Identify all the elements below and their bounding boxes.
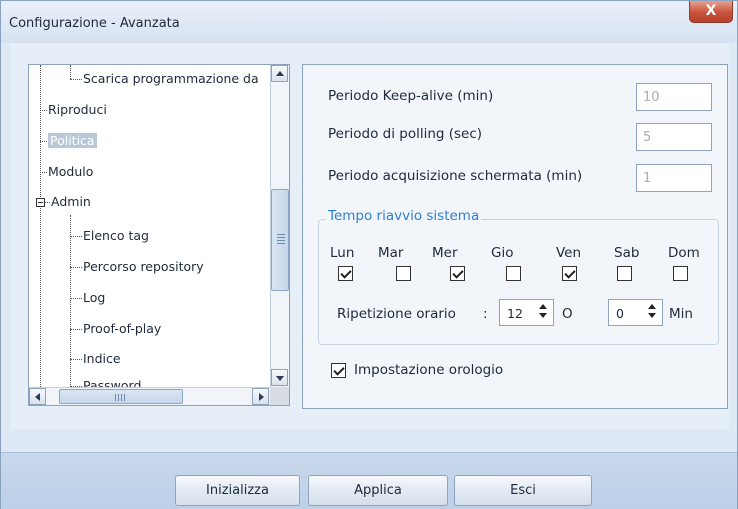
checkbox-lun[interactable]	[338, 266, 353, 281]
arrow-up-icon	[276, 71, 284, 76]
arrow-right-icon	[259, 393, 264, 401]
grip-icon	[115, 394, 127, 401]
day-label-ven: Ven	[556, 245, 582, 261]
tree-item-scarica-programmazione[interactable]: Scarica programmazione da	[70, 71, 259, 86]
tree-item-proof-of-play[interactable]: Proof-of-play	[70, 321, 161, 336]
initialize-button[interactable]: Inizializza	[175, 475, 300, 506]
hour-unit-label: O	[562, 306, 573, 322]
close-button[interactable]: X	[689, 1, 733, 23]
scroll-down-button[interactable]	[271, 369, 288, 386]
tree-item-modulo[interactable]: Modulo	[40, 164, 93, 179]
polling-label: Periodo di polling (sec)	[328, 126, 483, 142]
clock-setting-label: Impostazione orologio	[354, 362, 504, 378]
minute-unit-label: Min	[669, 306, 693, 322]
apply-button[interactable]: Applica	[308, 475, 448, 506]
spin-up-icon[interactable]	[539, 304, 547, 309]
tree-item-password[interactable]: Password	[70, 378, 141, 387]
spin-up-icon[interactable]	[648, 304, 656, 309]
settings-tree: Scarica programmazione da Riproduci Poli…	[28, 64, 290, 406]
day-label-dom: Dom	[668, 245, 700, 261]
minute-stepper[interactable]: 0	[608, 299, 663, 326]
tree-item-percorso-repository[interactable]: Percorso repository	[70, 259, 204, 274]
checkbox-gio[interactable]	[506, 266, 521, 281]
tree-horizontal-scrollbar[interactable]	[29, 387, 270, 405]
scroll-left-button[interactable]	[29, 388, 46, 405]
tree-item-log[interactable]: Log	[70, 290, 105, 305]
keepalive-label: Periodo Keep-alive (min)	[328, 88, 494, 104]
tree-item-admin[interactable]: Admin	[45, 194, 91, 209]
screenshot-period-label: Periodo acquisizione schermata (min)	[328, 168, 583, 184]
dialog-window: Configurazione - Avanzata X Scarica prog…	[0, 0, 738, 509]
restart-group-title: Tempo riavvio sistema	[326, 208, 482, 224]
hour-value: 12	[507, 306, 523, 321]
tree-item-politica[interactable]: Politica	[40, 133, 97, 148]
exit-button[interactable]: Esci	[454, 475, 592, 506]
grip-icon	[277, 234, 285, 246]
repeat-time-label: Ripetizione orario	[337, 306, 456, 322]
day-label-gio: Gio	[491, 245, 514, 261]
clock-setting-checkbox[interactable]	[331, 363, 346, 378]
day-label-mar: Mar	[378, 245, 404, 261]
minute-value: 0	[616, 306, 624, 321]
title-bar: Configurazione - Avanzata X	[1, 1, 737, 43]
day-label-lun: Lun	[330, 245, 355, 261]
collapse-icon[interactable]	[36, 198, 45, 207]
checkbox-sab[interactable]	[617, 266, 632, 281]
hour-stepper[interactable]: 12	[499, 299, 554, 326]
checkbox-mer[interactable]	[450, 266, 465, 281]
arrow-down-icon	[276, 376, 284, 381]
screenshot-period-field[interactable]: 1	[636, 164, 712, 192]
tree-vertical-scrollbar[interactable]	[270, 65, 289, 387]
spin-down-icon[interactable]	[648, 313, 656, 318]
window-title: Configurazione - Avanzata	[9, 16, 180, 31]
tree-item-indice[interactable]: Indice	[70, 351, 121, 366]
tree-item-elenco-tag[interactable]: Elenco tag	[70, 228, 149, 243]
restart-group	[318, 219, 719, 345]
spin-down-icon[interactable]	[539, 313, 547, 318]
scroll-up-button[interactable]	[271, 65, 288, 82]
checkbox-dom[interactable]	[673, 266, 688, 281]
scroll-right-button[interactable]	[252, 388, 269, 405]
checkbox-ven[interactable]	[562, 266, 577, 281]
vertical-scroll-thumb[interactable]	[271, 189, 289, 291]
scroll-corner	[270, 387, 289, 405]
tree-list: Scarica programmazione da Riproduci Poli…	[29, 65, 271, 387]
polling-field[interactable]: 5	[636, 123, 712, 151]
day-label-sab: Sab	[614, 245, 640, 261]
day-label-mer: Mer	[432, 245, 458, 261]
repeat-time-colon: :	[483, 306, 488, 322]
checkbox-mar[interactable]	[396, 266, 411, 281]
horizontal-scroll-thumb[interactable]	[59, 389, 183, 404]
arrow-left-icon	[35, 393, 40, 401]
tree-item-riproduci[interactable]: Riproduci	[40, 102, 107, 117]
keepalive-field[interactable]: 10	[636, 83, 712, 111]
